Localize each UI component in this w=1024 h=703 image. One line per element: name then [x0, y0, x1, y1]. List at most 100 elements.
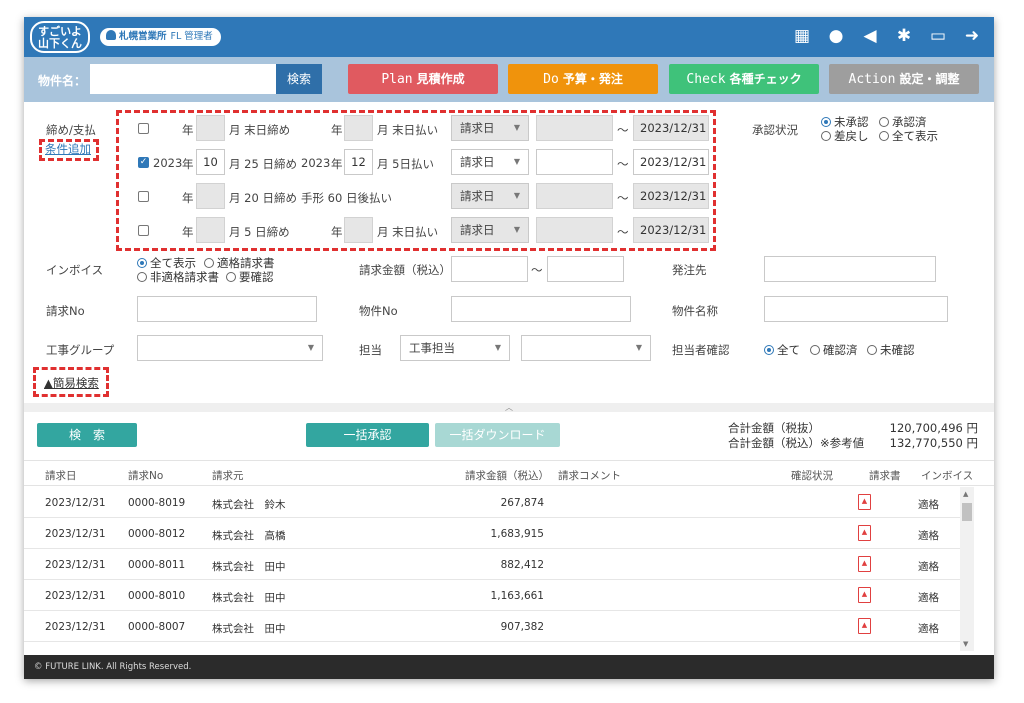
date-from-input[interactable]: [536, 183, 613, 209]
user-icon: [106, 30, 116, 40]
pay-month-input[interactable]: 12: [344, 149, 373, 175]
pdf-icon[interactable]: ▲: [858, 525, 871, 541]
invoice-option-nonqualified[interactable]: 非適格請求書: [137, 269, 219, 285]
staff-role-select[interactable]: 工事担当 ▼: [400, 335, 510, 361]
staffcheck-option-all[interactable]: 全て: [764, 342, 800, 358]
pdf-icon[interactable]: ▲: [858, 618, 871, 634]
totals: 合計金額（税抜） 120,700,496 円 合計金額（税込）※参考値 132,77…: [728, 420, 978, 450]
close-year-unit: 年: [182, 123, 194, 137]
radio-icon: [821, 117, 831, 127]
total-in-value: 132,770,550 円: [889, 436, 978, 450]
amount-to-input[interactable]: [547, 256, 624, 282]
date-basis-value: 請求日: [460, 189, 495, 203]
close-row-checkbox[interactable]: [138, 191, 149, 202]
cell-vendor: 株式会社 田中: [212, 592, 286, 604]
pay-day-text: 手形 60 日後払い: [301, 191, 392, 205]
date-to-input[interactable]: 2023/12/31: [633, 115, 709, 141]
staffcheck-option-confirmed[interactable]: 確認済: [810, 342, 858, 358]
pdf-icon[interactable]: ▲: [858, 587, 871, 603]
date-to-input[interactable]: 2023/12/31: [633, 217, 709, 243]
billno-input[interactable]: [137, 296, 317, 322]
col-invoice-pdf[interactable]: 請求書: [869, 468, 901, 483]
pay-year-unit: 年: [331, 123, 343, 137]
date-from-input[interactable]: [536, 115, 613, 141]
order-input[interactable]: [764, 256, 936, 282]
chevron-down-icon: ▼: [494, 343, 501, 352]
col-vendor[interactable]: 請求元: [212, 468, 244, 483]
col-billno[interactable]: 請求No: [128, 468, 163, 483]
table-row[interactable]: 2023/12/31 0000-8019 株式会社 鈴木 267,874 ▲ 適格: [24, 487, 972, 518]
cell-date: 2023/12/31: [45, 528, 106, 540]
table-row[interactable]: 2023/12/31 0000-8010 株式会社 田中 1,163,661 ▲ 適格: [24, 580, 972, 611]
close-row-checkbox[interactable]: [138, 225, 149, 236]
app-logo[interactable]: すごいよ 山下くん: [30, 21, 90, 53]
group-select[interactable]: ▼: [137, 335, 323, 361]
propno-input[interactable]: [451, 296, 631, 322]
gear-icon[interactable]: ✱: [894, 26, 914, 46]
action-button[interactable]: Action 設定・調整: [829, 64, 979, 94]
staffcheck-option-unconfirmed[interactable]: 未確認: [867, 342, 915, 358]
radio-label: 確認済: [823, 343, 858, 357]
total-in-label: 合計金額（税込）※参考値: [728, 436, 865, 450]
approval-option-all[interactable]: 全て表示: [879, 128, 938, 144]
cell-billno: 0000-8010: [128, 590, 186, 602]
close-month-input[interactable]: [196, 217, 225, 243]
chat-icon[interactable]: ●: [826, 26, 846, 46]
billno-label: 請求No: [46, 304, 85, 318]
date-from-input[interactable]: [536, 149, 613, 175]
close-month-input[interactable]: [196, 115, 225, 141]
table-row[interactable]: 2023/12/31 0000-8012 株式会社 高橋 1,683,915 ▲ 適格: [24, 518, 972, 549]
scroll-thumb[interactable]: [962, 503, 972, 521]
radio-icon: [867, 345, 877, 355]
date-basis-select[interactable]: 請求日 ▼: [451, 149, 529, 175]
invoice-option-needs-check[interactable]: 要確認: [226, 269, 274, 285]
pay-month-input[interactable]: [344, 217, 373, 243]
bulk-download-button[interactable]: 一括ダウンロード: [435, 423, 560, 447]
close-row-checkbox[interactable]: ✓: [138, 157, 149, 168]
date-from-input[interactable]: [536, 217, 613, 243]
staff-select[interactable]: ▼: [521, 335, 651, 361]
chevron-down-icon: ▼: [513, 123, 520, 132]
folder-icon[interactable]: ▭: [928, 26, 948, 46]
col-amount[interactable]: 請求金額（税込）: [465, 468, 549, 483]
building-icon[interactable]: ▦: [792, 26, 812, 46]
pay-month-input[interactable]: [344, 115, 373, 141]
col-comment[interactable]: 請求コメント: [558, 468, 621, 483]
col-invoice-type[interactable]: インボイス: [921, 468, 973, 483]
check-button[interactable]: Check 各種チェック: [669, 64, 819, 94]
megaphone-icon[interactable]: ◀: [860, 26, 880, 46]
logout-icon[interactable]: ➜: [962, 26, 982, 46]
plan-button[interactable]: Plan 見積作成: [348, 64, 498, 94]
date-basis-select[interactable]: 請求日 ▼: [451, 183, 529, 209]
approval-option-returned[interactable]: 差戻し: [821, 128, 869, 144]
cell-vendor: 株式会社 鈴木: [212, 499, 286, 511]
total-ex-label: 合計金額（税抜）: [728, 421, 820, 435]
date-basis-select[interactable]: 請求日 ▼: [451, 217, 529, 243]
pdf-icon[interactable]: ▲: [858, 494, 871, 510]
do-button[interactable]: Do 予算・発注: [508, 64, 658, 94]
close-month-input[interactable]: [196, 183, 225, 209]
close-row-checkbox[interactable]: [138, 123, 149, 134]
table-scrollbar[interactable]: ▲ ▼: [960, 487, 974, 651]
date-basis-select[interactable]: 請求日 ▼: [451, 115, 529, 141]
search-button[interactable]: 検 索: [37, 423, 137, 447]
bulk-approve-button[interactable]: 一括承認: [306, 423, 429, 447]
col-status[interactable]: 確認状況: [791, 468, 833, 483]
staff-label: 担当: [359, 343, 382, 357]
table-row[interactable]: 2023/12/31 0000-8007 株式会社 田中 907,382 ▲ 適格: [24, 611, 972, 642]
property-search-input[interactable]: [90, 64, 276, 94]
amount-from-input[interactable]: [451, 256, 528, 282]
property-search-button[interactable]: 検索: [276, 64, 322, 94]
date-to-input[interactable]: 2023/12/31: [633, 149, 709, 175]
collapse-handle[interactable]: ︿: [24, 403, 994, 412]
user-badge[interactable]: 札幌営業所 FL 管理者: [100, 28, 221, 46]
scroll-up-icon[interactable]: ▲: [963, 490, 968, 498]
table-row[interactable]: 2023/12/31 0000-8011 株式会社 田中 882,412 ▲ 適格: [24, 549, 972, 580]
close-month-input[interactable]: 10: [196, 149, 225, 175]
date-to-input[interactable]: 2023/12/31: [633, 183, 709, 209]
col-date[interactable]: 請求日: [45, 468, 77, 483]
pdf-icon[interactable]: ▲: [858, 556, 871, 572]
scroll-down-icon[interactable]: ▼: [963, 640, 968, 648]
chevron-down-icon: ▼: [513, 191, 520, 200]
propname-input[interactable]: [764, 296, 948, 322]
